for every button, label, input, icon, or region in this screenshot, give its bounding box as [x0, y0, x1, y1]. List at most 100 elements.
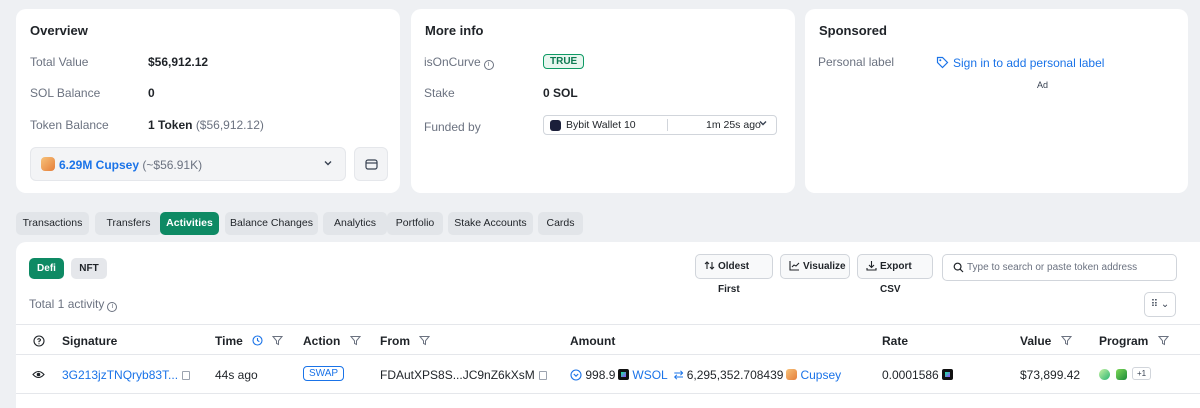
info-icon[interactable]: i	[483, 60, 494, 70]
tab-stake-accounts[interactable]: Stake Accounts	[448, 212, 533, 235]
filter-icon[interactable]	[349, 335, 361, 346]
program-icon-1[interactable]	[1099, 369, 1110, 380]
sponsored-card: Sponsored Personal label Sign in to add …	[805, 9, 1188, 193]
token-balance-label: Token Balance	[30, 118, 109, 132]
sol-balance-label: SOL Balance	[30, 86, 101, 100]
tab-analytics[interactable]: Analytics	[323, 212, 387, 235]
is-on-curve-badge: TRUE	[543, 54, 585, 69]
tab-transactions[interactable]: Transactions	[16, 212, 89, 235]
filter-icon[interactable]	[1060, 335, 1072, 346]
sign-in-personal-label-link[interactable]: Sign in to add personal label	[953, 56, 1104, 70]
cupsey-token-icon	[786, 369, 798, 380]
chevron-down-icon	[323, 158, 333, 171]
clock-icon[interactable]	[252, 335, 263, 346]
chart-icon	[789, 261, 800, 271]
program-icon-2[interactable]	[1116, 369, 1127, 380]
visualize-button[interactable]: Visualize	[780, 254, 850, 279]
chevron-down-icon	[758, 118, 768, 131]
token-search-input[interactable]	[967, 259, 1167, 276]
columns-icon: ⠿ ⌄	[1150, 299, 1170, 310]
signature-cell: 3G213jzTNQryb83T...	[62, 368, 191, 382]
portfolio-wallet-button[interactable]	[354, 147, 388, 181]
token-holdings-dropdown[interactable]: 6.29M Cupsey (~$56.91K)	[30, 147, 346, 181]
amount-in: 998.9	[585, 368, 616, 382]
header-from: From	[380, 334, 431, 348]
tab-cards[interactable]: Cards	[538, 212, 583, 235]
cupsey-token-icon	[41, 157, 55, 171]
header-program-label: Program	[1099, 334, 1149, 348]
filter-icon[interactable]	[419, 335, 431, 346]
copy-icon[interactable]	[182, 371, 191, 380]
eye-icon[interactable]	[32, 369, 45, 380]
download-icon	[866, 261, 877, 271]
total-value-label: Total Value	[30, 55, 89, 69]
tab-activities[interactable]: Activities	[160, 212, 219, 235]
chevron-circle-down-icon	[570, 369, 582, 381]
export-csv-button[interactable]: Export CSV	[857, 254, 933, 295]
bybit-logo-icon	[550, 120, 561, 131]
from-cell: FDAutXPS8S...JC9nZ6kXsM	[380, 368, 547, 382]
search-icon	[953, 262, 964, 273]
header-time: Time	[215, 334, 284, 348]
subtab-defi[interactable]: Defi	[29, 258, 64, 279]
header-amount: Amount	[570, 334, 616, 348]
total-activity-text: Total 1 activity	[29, 297, 105, 311]
sort-icon	[704, 261, 715, 270]
rate-value: 0.0001586	[882, 368, 939, 382]
total-value: $56,912.12	[148, 55, 209, 69]
funded-by-label: Funded by	[424, 120, 481, 134]
tab-transfers[interactable]: Transfers	[95, 212, 162, 235]
overview-card: Overview Total Value $56,912.12 SOL Bala…	[16, 9, 400, 193]
activities-panel: Defi NFT Oldest First Visualize Export C…	[16, 242, 1200, 408]
funder-name[interactable]: Bybit Wallet 10	[566, 119, 636, 131]
sponsored-title: Sponsored	[819, 23, 887, 38]
filter-icon[interactable]	[1157, 335, 1169, 346]
column-settings-button[interactable]: ⠿ ⌄	[1144, 292, 1176, 317]
token-balance-usd: ($56,912.12)	[195, 118, 264, 132]
signature-link[interactable]: 3G213jzTNQryb83T...	[62, 368, 178, 382]
swap-arrows-icon: ⇄	[673, 368, 684, 382]
cupsey-token-link[interactable]: Cupsey	[800, 368, 841, 382]
sol-balance: 0	[148, 86, 155, 100]
overview-title: Overview	[30, 23, 88, 38]
amount-out: 6,295,352.708439	[686, 368, 784, 382]
token-select-amount: 6.29M Cupsey	[59, 158, 140, 172]
amount-cell: 998.9 WSOL ⇄ 6,295,352.708439 Cupsey	[570, 368, 841, 382]
from-address-link[interactable]: FDAutXPS8S...JC9nZ6kXsM	[380, 368, 535, 382]
tab-balance-changes[interactable]: Balance Changes	[225, 212, 318, 235]
funder-dropdown[interactable]: Bybit Wallet 10 1m 25s ago	[543, 115, 777, 135]
wallet-icon	[365, 159, 378, 170]
filter-icon[interactable]	[272, 335, 284, 346]
is-on-curve-text: isOnCurve	[424, 55, 481, 69]
tab-portfolio[interactable]: Portfolio	[387, 212, 443, 235]
funder-time: 1m 25s ago	[706, 119, 761, 131]
sol-token-icon	[941, 369, 953, 380]
time-cell: 44s ago	[215, 368, 258, 382]
oldest-first-label: Oldest First	[718, 261, 750, 295]
info-icon[interactable]: i	[107, 302, 118, 312]
token-balance: 1 Token ($56,912.12)	[148, 118, 264, 132]
header-signature: Signature	[62, 334, 118, 348]
wsol-token-link[interactable]: WSOL	[632, 368, 667, 382]
tag-icon	[936, 56, 949, 69]
header-value: Value	[1020, 334, 1072, 348]
header-time-label: Time	[215, 334, 243, 348]
program-more-badge[interactable]: +1	[1132, 367, 1152, 380]
wsol-token-icon	[618, 369, 630, 380]
personal-label-label: Personal label	[818, 55, 895, 69]
subtab-nft[interactable]: NFT	[71, 258, 107, 279]
visualize-label: Visualize	[803, 261, 846, 272]
table-header: Signature Time Action From Amount Rate V…	[16, 324, 1200, 355]
header-rate: Rate	[882, 334, 909, 348]
token-search-box[interactable]	[942, 254, 1177, 281]
total-activity: Total 1 activity i	[29, 297, 118, 312]
help-circle-icon[interactable]	[33, 335, 45, 347]
stake-value: 0 SOL	[543, 86, 578, 100]
copy-icon[interactable]	[538, 371, 547, 380]
value-cell: $73,899.42	[1020, 368, 1081, 382]
more-info-card: More info isOnCurve i TRUE Stake 0 SOL Fu…	[411, 9, 795, 193]
oldest-first-button[interactable]: Oldest First	[695, 254, 773, 295]
token-select-usd: (~$56.91K)	[142, 158, 203, 172]
header-from-label: From	[380, 334, 410, 348]
export-csv-label: Export CSV	[880, 261, 912, 295]
